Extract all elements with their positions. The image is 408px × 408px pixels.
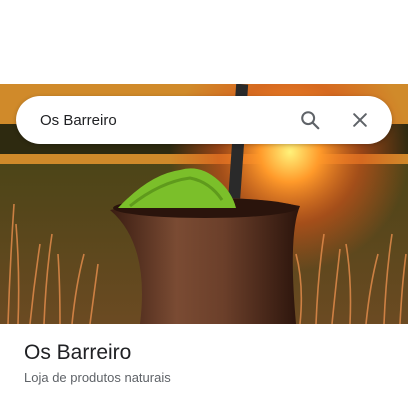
search-bar[interactable]: Os Barreiro: [16, 96, 392, 144]
search-input[interactable]: Os Barreiro: [40, 112, 292, 129]
close-icon[interactable]: [342, 102, 378, 138]
place-category: Loja de produtos naturais: [24, 370, 171, 385]
search-icon[interactable]: [292, 102, 328, 138]
place-title: Os Barreiro: [24, 341, 132, 364]
